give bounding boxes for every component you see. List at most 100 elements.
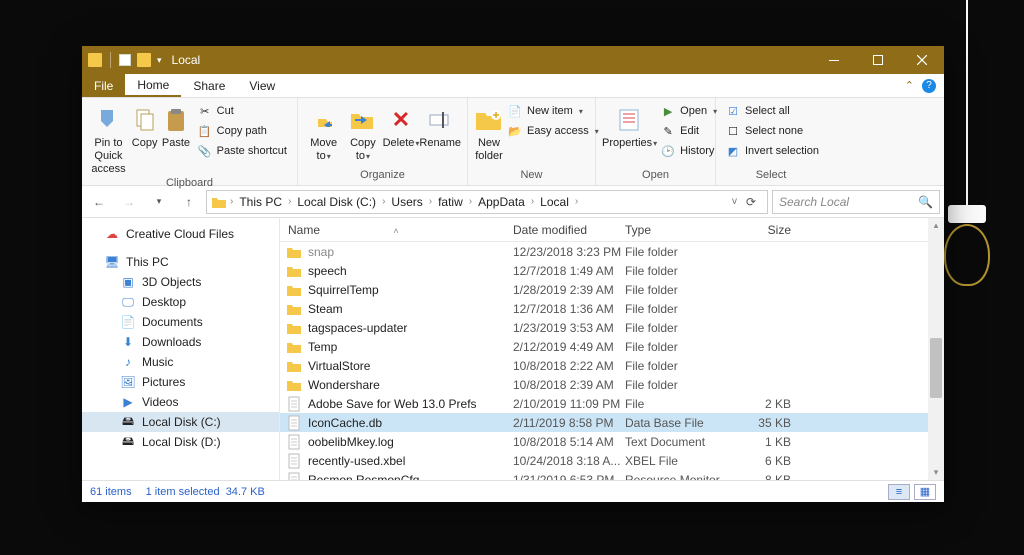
nav-3d-objects[interactable]: ▣3D Objects: [82, 272, 279, 292]
file-type: File folder: [625, 264, 733, 278]
refresh-button[interactable]: ⟳: [739, 195, 763, 209]
search-input[interactable]: Search Local 🔍: [772, 190, 940, 214]
file-row[interactable]: recently-used.xbel10/24/2018 3:18 A...XB…: [280, 451, 944, 470]
rename-button[interactable]: Rename: [419, 102, 461, 150]
folder-icon: [280, 283, 308, 297]
crumb-local[interactable]: Local: [537, 195, 572, 209]
nav-videos[interactable]: ▶Videos: [82, 392, 279, 412]
col-size[interactable]: Size: [733, 223, 795, 237]
address-dropdown-icon[interactable]: v: [732, 196, 737, 207]
crumb-appdata[interactable]: AppData: [475, 195, 528, 209]
file-row[interactable]: VirtualStore10/8/2018 2:22 AMFile folder: [280, 356, 944, 375]
chevron-right-icon[interactable]: ›: [229, 196, 234, 207]
tab-file[interactable]: File: [82, 74, 125, 97]
file-date: 1/31/2019 6:53 PM: [513, 473, 625, 481]
folder-icon: [280, 245, 308, 259]
recent-locations-button[interactable]: ▾: [146, 190, 172, 214]
crumb-this-pc[interactable]: This PC: [236, 195, 285, 209]
select-none-button[interactable]: ☐Select none: [722, 122, 823, 140]
scrollbar-thumb[interactable]: [930, 338, 942, 398]
new-folder-icon[interactable]: [137, 53, 151, 67]
back-button[interactable]: ←: [86, 190, 112, 214]
file-date: 10/8/2018 5:14 AM: [513, 435, 625, 449]
edit-button[interactable]: ✎Edit: [657, 122, 721, 140]
nav-downloads[interactable]: ⬇Downloads: [82, 332, 279, 352]
file-row[interactable]: Resmon.ResmonCfg1/31/2019 6:53 PMResourc…: [280, 470, 944, 480]
open-button[interactable]: ▶Open▾: [657, 102, 721, 120]
file-row[interactable]: snap12/23/2018 3:23 PMFile folder: [280, 242, 944, 261]
file-date: 1/23/2019 3:53 AM: [513, 321, 625, 335]
copy-path-button[interactable]: 📋Copy path: [194, 122, 291, 140]
tab-view[interactable]: View: [237, 74, 287, 97]
open-icon: ▶: [661, 104, 675, 118]
file-row[interactable]: oobelibMkey.log10/8/2018 5:14 AMText Doc…: [280, 432, 944, 451]
move-to-button[interactable]: Move to▾: [304, 102, 343, 163]
edit-icon: ✎: [661, 124, 675, 138]
nav-desktop[interactable]: 🖵Desktop: [82, 292, 279, 312]
file-row[interactable]: Steam12/7/2018 1:36 AMFile folder: [280, 299, 944, 318]
file-row[interactable]: Adobe Save for Web 13.0 Prefs2/10/2019 1…: [280, 394, 944, 413]
nav-disk-d[interactable]: 🖴Local Disk (D:): [82, 432, 279, 452]
delete-button[interactable]: ✕Delete▾: [383, 102, 420, 150]
col-date[interactable]: Date modified: [513, 223, 625, 237]
help-icon[interactable]: ?: [922, 79, 936, 93]
file-row[interactable]: Temp2/12/2019 4:49 AMFile folder: [280, 337, 944, 356]
select-none-icon: ☐: [726, 124, 740, 138]
minimize-button[interactable]: [812, 46, 856, 74]
file-row[interactable]: IconCache.db2/11/2019 8:58 PMData Base F…: [280, 413, 944, 432]
file-explorer-window: ▾ Local File Home Share View ⌃ ? Pin to …: [82, 46, 944, 502]
shortcut-icon: 📎: [198, 144, 212, 158]
file-name: tagspaces-updater: [308, 321, 513, 335]
scroll-up-icon[interactable]: ▴: [928, 218, 944, 233]
crumb-disk-c[interactable]: Local Disk (C:): [294, 195, 379, 209]
cut-button[interactable]: ✂Cut: [194, 102, 291, 120]
file-name: Steam: [308, 302, 513, 316]
file-name: recently-used.xbel: [308, 454, 513, 468]
close-button[interactable]: [900, 46, 944, 74]
nav-pictures[interactable]: 🖼Pictures: [82, 372, 279, 392]
nav-disk-c[interactable]: 🖴Local Disk (C:): [82, 412, 279, 432]
col-type[interactable]: Type: [625, 223, 733, 237]
pin-to-quick-access-button[interactable]: Pin to Quick access: [88, 102, 129, 177]
file-row[interactable]: Wondershare10/8/2018 2:39 AMFile folder: [280, 375, 944, 394]
vertical-scrollbar[interactable]: ▴ ▾: [928, 218, 944, 480]
disk-icon: 🖴: [120, 435, 136, 449]
file-size: 6 KB: [733, 454, 795, 468]
properties-icon[interactable]: [119, 54, 131, 66]
icons-view-button[interactable]: ▦: [914, 484, 936, 500]
address-row: ← → ▾ ↑ › This PC› Local Disk (C:)› User…: [82, 186, 944, 218]
forward-button[interactable]: →: [116, 190, 142, 214]
copy-to-button[interactable]: Copy to▾: [343, 102, 382, 163]
nav-music[interactable]: ♪Music: [82, 352, 279, 372]
history-button[interactable]: 🕑History: [657, 142, 721, 160]
details-view-button[interactable]: ≡: [888, 484, 910, 500]
nav-this-pc[interactable]: 🖥This PC: [82, 252, 279, 272]
file-name: oobelibMkey.log: [308, 435, 513, 449]
file-row[interactable]: tagspaces-updater1/23/2019 3:53 AMFile f…: [280, 318, 944, 337]
select-all-button[interactable]: ☑Select all: [722, 102, 823, 120]
up-button[interactable]: ↑: [176, 190, 202, 214]
new-item-button[interactable]: 📄New item▾: [504, 102, 603, 120]
address-bar[interactable]: › This PC› Local Disk (C:)› Users› fatiw…: [206, 190, 768, 214]
nav-documents[interactable]: 📄Documents: [82, 312, 279, 332]
copy-button[interactable]: Copy: [129, 102, 160, 150]
file-date: 10/24/2018 3:18 A...: [513, 454, 625, 468]
paste-shortcut-button[interactable]: 📎Paste shortcut: [194, 142, 291, 160]
crumb-fatiw[interactable]: fatiw: [435, 195, 466, 209]
invert-selection-button[interactable]: ◩Invert selection: [722, 142, 823, 160]
tab-home[interactable]: Home: [125, 74, 181, 97]
file-row[interactable]: SquirrelTemp1/28/2019 2:39 AMFile folder: [280, 280, 944, 299]
paste-button[interactable]: Paste: [160, 102, 191, 150]
scroll-down-icon[interactable]: ▾: [928, 467, 944, 478]
new-folder-button[interactable]: New folder: [474, 102, 504, 163]
tab-share[interactable]: Share: [181, 74, 237, 97]
nav-creative-cloud[interactable]: ☁Creative Cloud Files: [82, 224, 279, 244]
properties-button[interactable]: Properties▾: [602, 102, 657, 150]
maximize-button[interactable]: [856, 46, 900, 74]
collapse-ribbon-button[interactable]: ⌃: [905, 79, 914, 92]
col-name[interactable]: Name ˄: [280, 223, 513, 237]
qat-dropdown-icon[interactable]: ▾: [157, 55, 162, 66]
file-row[interactable]: speech12/7/2018 1:49 AMFile folder: [280, 261, 944, 280]
crumb-users[interactable]: Users: [388, 195, 425, 209]
easy-access-button[interactable]: 📂Easy access▾: [504, 122, 603, 140]
